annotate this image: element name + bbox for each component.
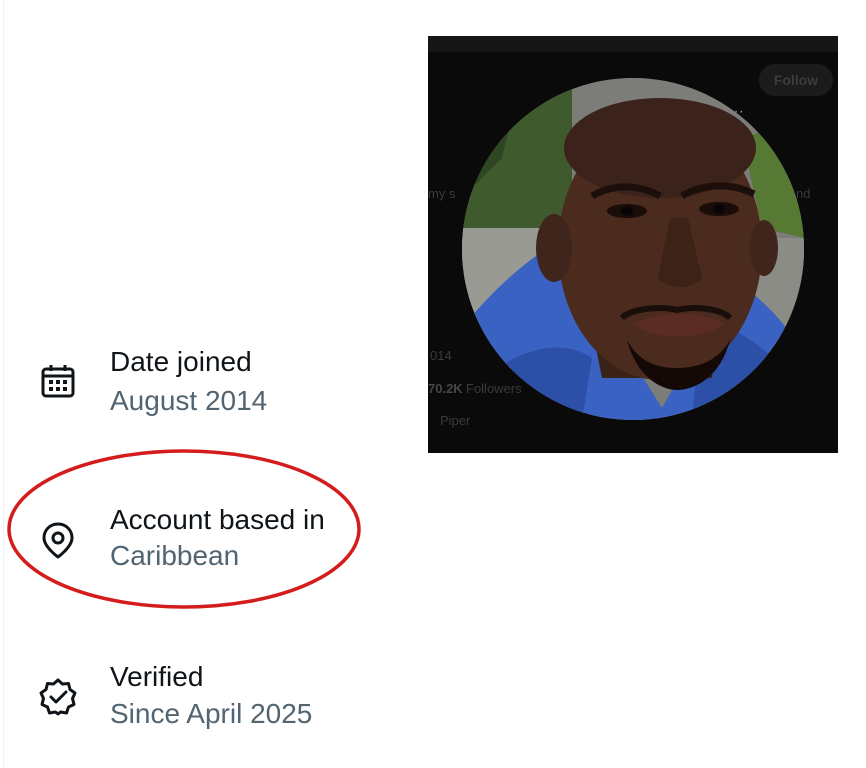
info-row-date-joined: Date joined August 2014 <box>38 345 458 425</box>
info-row-verified: Verified Since April 2025 <box>38 660 458 740</box>
red-circle-annotation <box>6 448 362 610</box>
bio-fragment-left: my s <box>428 186 456 201</box>
info-row-title: Date joined <box>110 346 252 377</box>
verified-badge-icon <box>38 677 78 717</box>
card-top-bar <box>428 36 838 52</box>
avatar[interactable] <box>462 78 804 420</box>
calendar-icon <box>38 361 78 401</box>
profile-card-thumbnail: ··· Follow my s nd 014 70.2K Followers P… <box>428 36 838 453</box>
info-row-value: August 2014 <box>110 385 268 416</box>
page-divider <box>3 0 4 768</box>
follow-button[interactable]: Follow <box>759 64 833 96</box>
bio-fragment-right: nd <box>796 186 811 201</box>
avatar-photo <box>462 78 804 420</box>
info-row-title: Verified <box>110 661 204 692</box>
info-row-value: Since April 2025 <box>110 698 313 729</box>
followers-label: Followers <box>466 381 522 396</box>
